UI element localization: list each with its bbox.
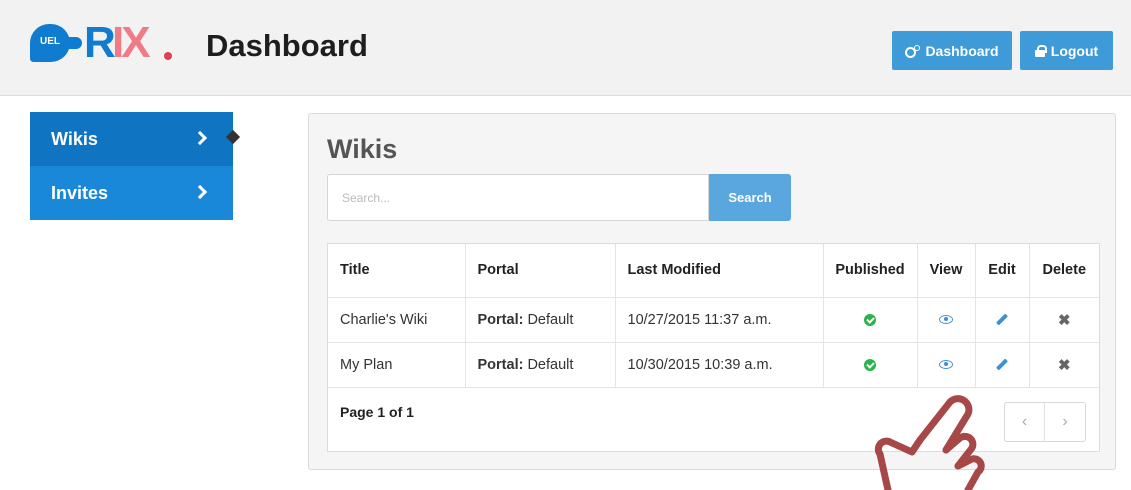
column-header-view: View xyxy=(917,244,976,298)
sidebar-item-label: Wikis xyxy=(51,128,98,149)
page-title: Dashboard xyxy=(206,28,368,63)
logo-letter-r: R xyxy=(84,18,116,67)
delete-cell: ✖ xyxy=(1029,297,1099,343)
pencil-icon[interactable] xyxy=(995,358,1009,371)
column-header-edit: Edit xyxy=(975,244,1030,298)
last-modified-cell: 10/30/2015 10:39 a.m. xyxy=(615,342,824,388)
logo-dot xyxy=(164,52,172,60)
logout-button-label: Logout xyxy=(1050,42,1099,59)
wiki-title-cell: My Plan xyxy=(328,342,466,388)
table-header-row: Title Portal Last Modified Published Vie… xyxy=(328,244,1099,298)
wikis-panel: Wikis Search Title Portal Last Modified … xyxy=(308,113,1116,470)
edit-cell xyxy=(975,297,1030,343)
rix-logo[interactable]: UEL R IX xyxy=(26,18,186,76)
published-cell xyxy=(823,297,918,343)
logout-button[interactable]: Logout xyxy=(1020,31,1113,70)
eye-icon[interactable] xyxy=(939,360,953,370)
x-icon[interactable]: ✖ xyxy=(1058,311,1071,329)
search-input[interactable] xyxy=(327,174,709,221)
pencil-icon[interactable] xyxy=(995,313,1009,326)
column-header-delete: Delete xyxy=(1029,244,1099,298)
column-header-published: Published xyxy=(823,244,918,298)
column-header-title: Title xyxy=(328,244,466,298)
portal-label: Portal: xyxy=(477,311,524,328)
search-button[interactable]: Search xyxy=(709,174,791,221)
portal-value: Default xyxy=(527,356,574,373)
previous-page-button[interactable]: ‹ xyxy=(1005,403,1046,441)
check-circle-icon xyxy=(864,313,876,326)
sidebar: Wikis Invites xyxy=(30,112,233,220)
wikis-table: Title Portal Last Modified Published Vie… xyxy=(328,244,1099,388)
portal-label: Portal: xyxy=(477,356,524,373)
hand-pointer-icon xyxy=(874,395,985,490)
last-modified-cell: 10/27/2015 11:37 a.m. xyxy=(615,297,824,343)
sidebar-item-wikis[interactable]: Wikis xyxy=(30,112,233,166)
wiki-title-cell: Charlie's Wiki xyxy=(328,297,466,343)
portal-value: Default xyxy=(527,311,574,328)
uel-logo-badge: UEL xyxy=(30,24,82,62)
chevron-right-icon xyxy=(192,130,208,146)
view-cell xyxy=(917,297,976,343)
sidebar-item-invites[interactable]: Invites xyxy=(30,166,233,220)
pagination-control: ‹ › xyxy=(1004,402,1086,442)
sidebar-item-label: Invites xyxy=(51,182,109,203)
next-page-button[interactable]: › xyxy=(1045,403,1085,441)
table-row: Charlie's Wiki Portal: Default 10/27/201… xyxy=(328,297,1099,343)
logo-letters-ix: IX xyxy=(112,18,151,67)
column-header-portal: Portal xyxy=(465,244,616,298)
dashboard-button-label: Dashboard xyxy=(925,42,999,59)
portal-cell: Portal: Default xyxy=(465,342,616,388)
check-circle-icon xyxy=(864,358,876,371)
app-header: UEL R IX Dashboard Dashboard Logout xyxy=(0,0,1131,96)
chevron-right-icon xyxy=(192,184,208,200)
lock-icon xyxy=(1034,44,1047,57)
dashboard-button[interactable]: Dashboard xyxy=(892,31,1012,70)
eye-icon[interactable] xyxy=(939,315,953,325)
delete-cell: ✖ xyxy=(1029,342,1099,388)
pagination-info: Page 1 of 1 xyxy=(340,404,414,420)
gears-icon xyxy=(905,44,921,58)
x-icon[interactable]: ✖ xyxy=(1058,356,1071,374)
portal-cell: Portal: Default xyxy=(465,297,616,343)
panel-title: Wikis xyxy=(327,134,398,164)
column-header-last-modified: Last Modified xyxy=(615,244,824,298)
